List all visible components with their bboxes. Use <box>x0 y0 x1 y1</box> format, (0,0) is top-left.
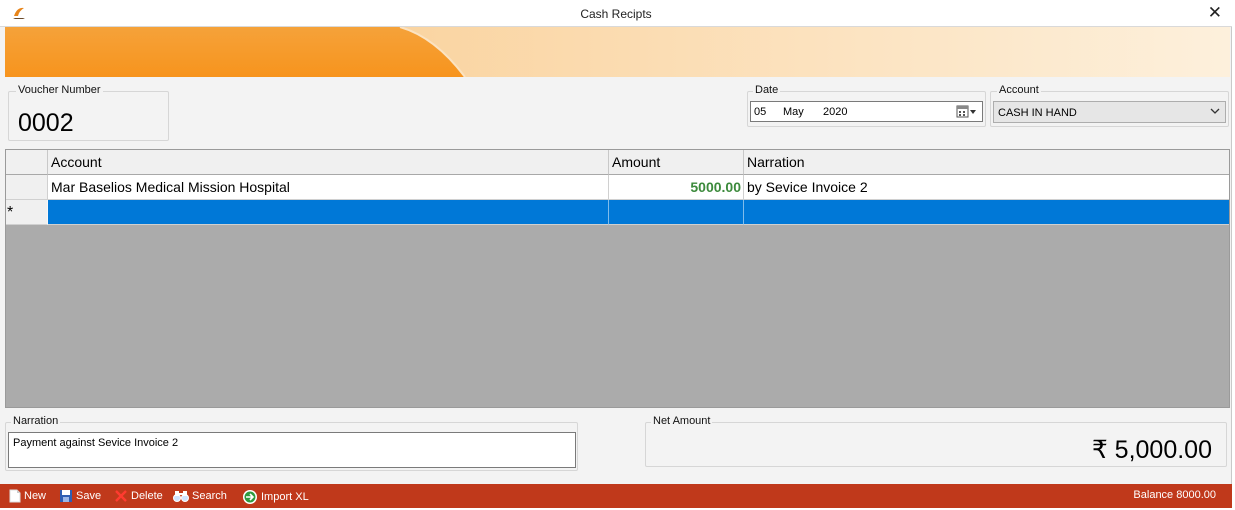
import-xl-button-label: Import XL <box>261 491 309 503</box>
date-picker[interactable]: 05 May 2020 <box>750 101 983 122</box>
window-title: Cash Recipts <box>580 7 652 21</box>
column-header-narration[interactable]: Narration <box>744 150 1229 175</box>
search-button[interactable]: Search <box>173 489 227 503</box>
header-banner <box>5 27 1230 77</box>
account-label: Account <box>997 84 1041 96</box>
net-amount-label: Net Amount <box>651 415 713 427</box>
delete-x-icon <box>115 490 127 502</box>
account-selected-value: CASH IN HAND <box>998 107 1077 119</box>
cash-receipts-window: Cash Recipts ✕ Voucher Number 0002 Date … <box>0 0 1232 508</box>
balance-text: Balance 8000.00 <box>1133 489 1216 501</box>
entries-grid[interactable]: Account Amount Narration Mar Baselios Me… <box>5 149 1230 408</box>
date-day[interactable]: 05 <box>754 106 766 118</box>
narration-label: Narration <box>11 415 61 427</box>
import-xl-button[interactable]: Import XL <box>242 489 309 505</box>
net-amount-group: Net Amount ₹ 5,000.00 <box>645 415 1227 467</box>
bottom-toolbar: New Save Delete Search Import XL Balance… <box>0 484 1232 508</box>
new-button-label: New <box>24 490 47 502</box>
column-header-amount[interactable]: Amount <box>609 150 744 175</box>
binoculars-icon <box>173 491 189 502</box>
voucher-number-group: Voucher Number 0002 <box>8 84 169 141</box>
delete-button-label: Delete <box>131 490 163 502</box>
net-amount-value: ₹ 5,000.00 <box>1091 436 1212 464</box>
narration-text: Payment against Sevice Invoice 2 <box>13 437 179 449</box>
cell-narration[interactable]: by Sevice Invoice 2 <box>744 175 1229 200</box>
cell-amount[interactable]: 5000.00 <box>609 175 744 200</box>
save-button-label: Save <box>76 490 102 502</box>
account-select[interactable]: CASH IN HAND <box>993 101 1226 123</box>
new-cell-account[interactable] <box>48 200 609 225</box>
calendar-icon[interactable] <box>956 105 978 119</box>
column-header-account[interactable]: Account <box>48 150 609 175</box>
save-button[interactable]: Save <box>59 489 101 503</box>
voucher-number-value: 0002 <box>18 109 74 137</box>
date-month[interactable]: May <box>783 106 804 118</box>
chevron-down-icon[interactable] <box>1209 104 1221 118</box>
row-header[interactable] <box>6 175 48 200</box>
title-bar: Cash Recipts ✕ <box>0 0 1232 27</box>
delete-button[interactable]: Delete <box>114 489 163 503</box>
search-button-label: Search <box>192 490 227 502</box>
voucher-number-label: Voucher Number <box>16 84 103 96</box>
date-label: Date <box>753 84 781 96</box>
cell-account[interactable]: Mar Baselios Medical Mission Hospital <box>48 175 609 200</box>
import-arrow-icon <box>243 490 257 504</box>
new-row[interactable]: * <box>6 200 1229 225</box>
new-document-icon <box>9 489 21 503</box>
new-button[interactable]: New <box>9 489 46 503</box>
close-icon[interactable]: ✕ <box>1208 3 1222 23</box>
new-cell-narration[interactable] <box>744 200 1229 225</box>
save-disk-icon <box>60 490 72 502</box>
narration-field[interactable]: Payment against Sevice Invoice 2 <box>8 432 576 468</box>
grid-header-row: Account Amount Narration <box>6 150 1229 175</box>
new-row-marker[interactable]: * <box>6 200 48 225</box>
new-cell-amount[interactable] <box>609 200 744 225</box>
row-header-corner[interactable] <box>6 150 48 175</box>
table-row[interactable]: Mar Baselios Medical Mission Hospital 50… <box>6 175 1229 200</box>
date-year[interactable]: 2020 <box>823 106 847 118</box>
